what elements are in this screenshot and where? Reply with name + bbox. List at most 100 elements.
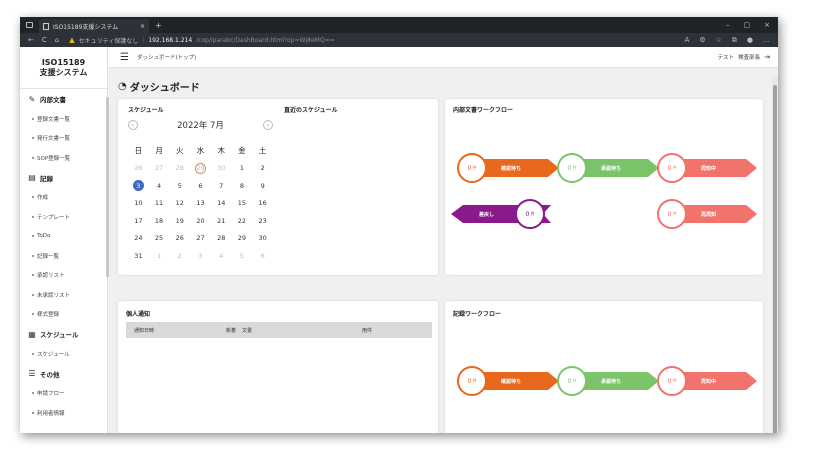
sidebar-section[interactable]: ☰ その他 [20, 364, 107, 384]
calendar-day[interactable]: 4 [149, 177, 170, 195]
calendar-day[interactable]: 6 [190, 177, 211, 195]
sidebar-item-label: 様式登録 [37, 312, 60, 319]
calendar-day[interactable]: 25 [149, 230, 170, 248]
workflow-count-badge[interactable]: 0件 [657, 199, 687, 229]
browser-tab[interactable]: ISO15189支援システム × [39, 19, 149, 33]
calendar-day[interactable]: 21 [211, 212, 232, 230]
calendar-day[interactable]: 15 [232, 195, 253, 213]
sidebar-item[interactable]: 未承認リスト [20, 285, 107, 305]
workflow-count-badge[interactable]: 0件 [557, 153, 587, 183]
calendar-day[interactable]: 5 [169, 177, 190, 195]
sidebar-item[interactable]: 申請フロー [20, 384, 107, 404]
calendar-day[interactable]: 23 [252, 212, 273, 230]
profile-icon[interactable]: ● [747, 36, 753, 45]
sidebar-item[interactable]: スケジュール [20, 344, 107, 364]
sidebar: ISO15189 支援システム ✎ 内部文書 登録文書一覧 発行文書一覧 SOP登録一覧… [20, 47, 109, 433]
sidebar-item[interactable]: 作成 [20, 188, 107, 208]
calendar-day[interactable]: 30 [252, 230, 273, 248]
calendar-day[interactable]: 10 [128, 195, 149, 213]
bullet-icon [32, 352, 34, 355]
calendar-day[interactable]: 27 [190, 230, 211, 248]
workflow-count-badge[interactable]: 0件 [657, 153, 687, 183]
sidebar-item[interactable]: SOP登録一覧 [20, 148, 107, 168]
calendar-day[interactable]: 19 [169, 212, 190, 230]
bullet-icon [32, 411, 34, 414]
calendar-day[interactable]: 29 [232, 230, 253, 248]
extensions-icon[interactable]: ⚙ [699, 36, 705, 45]
calendar-day[interactable]: 7 [211, 177, 232, 195]
calendar-day[interactable]: 8 [232, 177, 253, 195]
calendar-day[interactable]: 4 [211, 247, 232, 265]
prev-month-button[interactable]: ‹ [128, 120, 138, 130]
calendar-day[interactable]: 1 [232, 160, 253, 178]
calendar-day[interactable]: 27 [149, 160, 170, 178]
workflow-count-badge[interactable]: 0件 [457, 153, 487, 183]
sidebar-section[interactable]: ✎ 内部文書 [20, 89, 107, 109]
sidebar-item[interactable]: 記録一覧 [20, 246, 107, 266]
back-button[interactable]: ← [28, 36, 34, 44]
sidebar-item[interactable]: 承認リスト [20, 266, 107, 286]
new-tab-button[interactable]: + [155, 21, 162, 30]
home-button[interactable]: ⌂ [55, 36, 59, 44]
favorites-icon[interactable]: ☆ [716, 36, 722, 45]
sidebar-scrollbar[interactable] [106, 97, 109, 277]
url-field[interactable]: ▲ セキュリティ保護なし | 192.168.1.214 /cop/iparab… [69, 36, 334, 45]
calendar-day[interactable]: 20 [190, 212, 211, 230]
more-icon[interactable]: … [763, 36, 770, 45]
calendar-day[interactable]: 29 [190, 160, 211, 178]
calendar-day[interactable]: 11 [149, 195, 170, 213]
calendar-day[interactable]: 5 [232, 247, 253, 265]
next-month-button[interactable]: › [263, 120, 273, 130]
sidebar-item[interactable]: テンプレート [20, 207, 107, 227]
app-logo[interactable]: ISO15189 支援システム [20, 47, 107, 89]
calendar-day[interactable]: 16 [252, 195, 273, 213]
menu-icon[interactable]: ☰ [120, 52, 129, 63]
calendar-day[interactable]: 31 [128, 247, 149, 265]
calendar-day[interactable]: 1 [149, 247, 170, 265]
calendar-day[interactable]: 2 [252, 160, 273, 178]
workflow-count-badge[interactable]: 0件 [457, 366, 487, 396]
calendar-day-number: 20 [196, 216, 205, 225]
close-window-button[interactable]: × [764, 21, 770, 29]
maximize-button[interactable]: ▢ [744, 21, 751, 29]
sidebar-section[interactable]: ▤ 記録 [20, 168, 107, 188]
tab-close-icon[interactable]: × [140, 23, 145, 30]
calendar-day[interactable]: 13 [190, 195, 211, 213]
sidebar-item-label: 承認リスト [37, 273, 65, 280]
calendar-day[interactable]: 22 [232, 212, 253, 230]
page-scrollbar[interactable] [772, 77, 778, 433]
refresh-button[interactable]: C [42, 36, 47, 44]
workflow-count-badge[interactable]: 0件 [557, 366, 587, 396]
calendar-day-number: 31 [134, 251, 143, 260]
calendar-day[interactable]: 28 [169, 160, 190, 178]
calendar-day[interactable]: 17 [128, 212, 149, 230]
calendar-day[interactable]: 30 [211, 160, 232, 178]
calendar-day[interactable]: 26 [169, 230, 190, 248]
calendar-day[interactable]: 28 [211, 230, 232, 248]
sidebar-item[interactable]: 利用者情報 [20, 403, 107, 423]
sidebar-item[interactable]: 様式登録 [20, 305, 107, 325]
calendar-day[interactable]: 6 [252, 247, 273, 265]
notifications-table-header: 通知日時 新着 文書 用件 [126, 322, 432, 338]
calendar-day[interactable]: 12 [169, 195, 190, 213]
calendar-day[interactable]: 26 [128, 160, 149, 178]
calendar-day[interactable]: 3 [128, 177, 149, 195]
logout-icon[interactable]: ⇥ [764, 53, 770, 61]
minimize-button[interactable]: – [726, 21, 730, 29]
sidebar-section[interactable]: ▦ スケジュール [20, 324, 107, 344]
sidebar-item[interactable]: 発行文書一覧 [20, 129, 107, 149]
calendar-day[interactable]: 14 [211, 195, 232, 213]
workflow-count: 0 [667, 210, 672, 218]
calendar-day-number: 10 [134, 199, 143, 208]
calendar-day[interactable]: 9 [252, 177, 273, 195]
workflow-count-badge[interactable]: 0件 [515, 199, 545, 229]
collections-icon[interactable]: ⧉ [732, 36, 737, 45]
read-aloud-icon[interactable]: A [685, 36, 690, 45]
sidebar-item[interactable]: 登録文書一覧 [20, 109, 107, 129]
calendar-day[interactable]: 2 [169, 247, 190, 265]
calendar-day[interactable]: 3 [190, 247, 211, 265]
calendar-day[interactable]: 18 [149, 212, 170, 230]
calendar-day[interactable]: 24 [128, 230, 149, 248]
workflow-count-badge[interactable]: 0件 [657, 366, 687, 396]
sidebar-item[interactable]: ToDo [20, 227, 107, 247]
